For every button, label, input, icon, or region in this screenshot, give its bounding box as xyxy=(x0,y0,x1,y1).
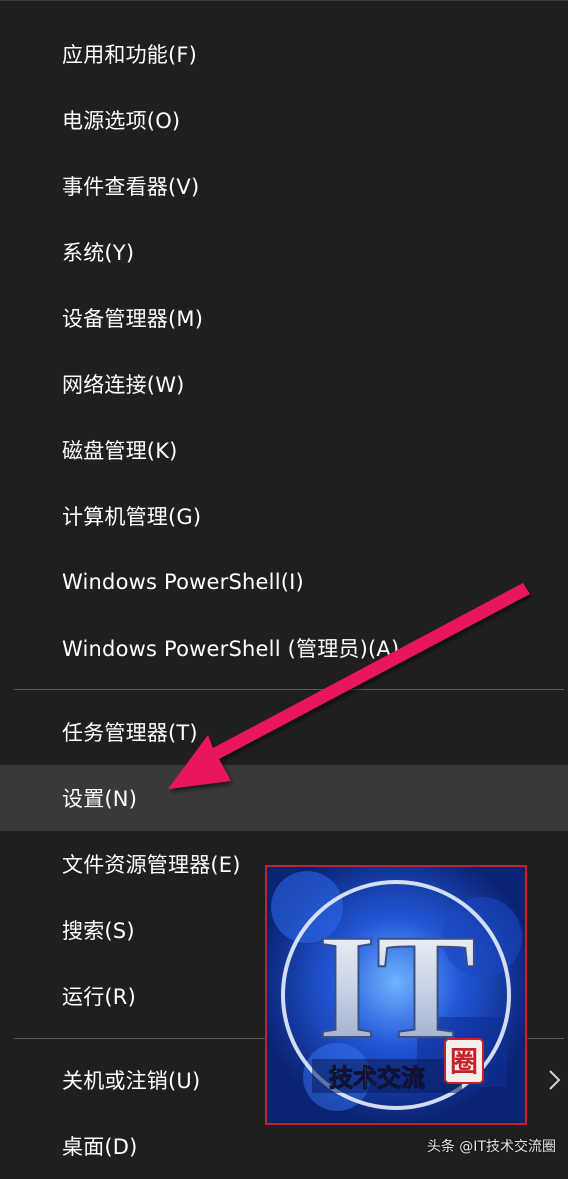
menu-item-label: 事件查看器(V) xyxy=(62,175,200,199)
menu-item-system[interactable]: 系统(Y) xyxy=(0,219,568,285)
menu-item-label: 系统(Y) xyxy=(62,241,135,265)
menu-separator xyxy=(14,689,564,690)
menu-item-label: Windows PowerShell(I) xyxy=(62,570,304,594)
watermark-text: 头条 @IT技术交流圈 xyxy=(426,1139,556,1155)
menu-item-apps-and-features[interactable]: 应用和功能(F) xyxy=(0,21,568,87)
menu-item-label: 设置(N) xyxy=(62,787,138,811)
menu-item-powershell[interactable]: Windows PowerShell(I) xyxy=(0,549,568,615)
menu-item-label: 关机或注销(U) xyxy=(62,1069,201,1093)
menu-item-computer-management[interactable]: 计算机管理(G) xyxy=(0,483,568,549)
menu-item-label: 电源选项(O) xyxy=(62,109,181,133)
menu-item-powershell-admin[interactable]: Windows PowerShell (管理员)(A) xyxy=(0,615,568,681)
menu-item-label: Windows PowerShell (管理员)(A) xyxy=(62,637,400,661)
logo-graphic: IT 技术交流 圈 xyxy=(267,867,525,1123)
menu-item-power-options[interactable]: 电源选项(O) xyxy=(0,87,568,153)
menu-item-network-connections[interactable]: 网络连接(W) xyxy=(0,351,568,417)
menu-item-label: 运行(R) xyxy=(62,985,136,1009)
menu-item-label: 桌面(D) xyxy=(62,1135,138,1159)
menu-item-disk-management[interactable]: 磁盘管理(K) xyxy=(0,417,568,483)
menu-item-label: 设备管理器(M) xyxy=(62,307,204,331)
chevron-right-icon xyxy=(549,1070,561,1090)
logo-stamp-text: 圈 xyxy=(450,1045,478,1078)
menu-item-label: 搜索(S) xyxy=(62,919,135,943)
menu-item-label: 网络连接(W) xyxy=(62,373,185,397)
menu-item-label: 磁盘管理(K) xyxy=(62,439,178,463)
menu-item-label: 任务管理器(T) xyxy=(62,721,198,745)
menu-item-event-viewer[interactable]: 事件查看器(V) xyxy=(0,153,568,219)
menu-item-settings[interactable]: 设置(N) xyxy=(0,765,568,831)
logo-sub-text: 技术交流 xyxy=(329,1064,425,1092)
menu-item-label: 计算机管理(G) xyxy=(62,505,202,529)
menu-item-task-manager[interactable]: 任务管理器(T) xyxy=(0,699,568,765)
it-community-logo: IT 技术交流 圈 xyxy=(265,865,527,1125)
menu-item-device-manager[interactable]: 设备管理器(M) xyxy=(0,285,568,351)
menu-item-label: 应用和功能(F) xyxy=(62,43,198,67)
menu-item-label: 文件资源管理器(E) xyxy=(62,853,241,877)
